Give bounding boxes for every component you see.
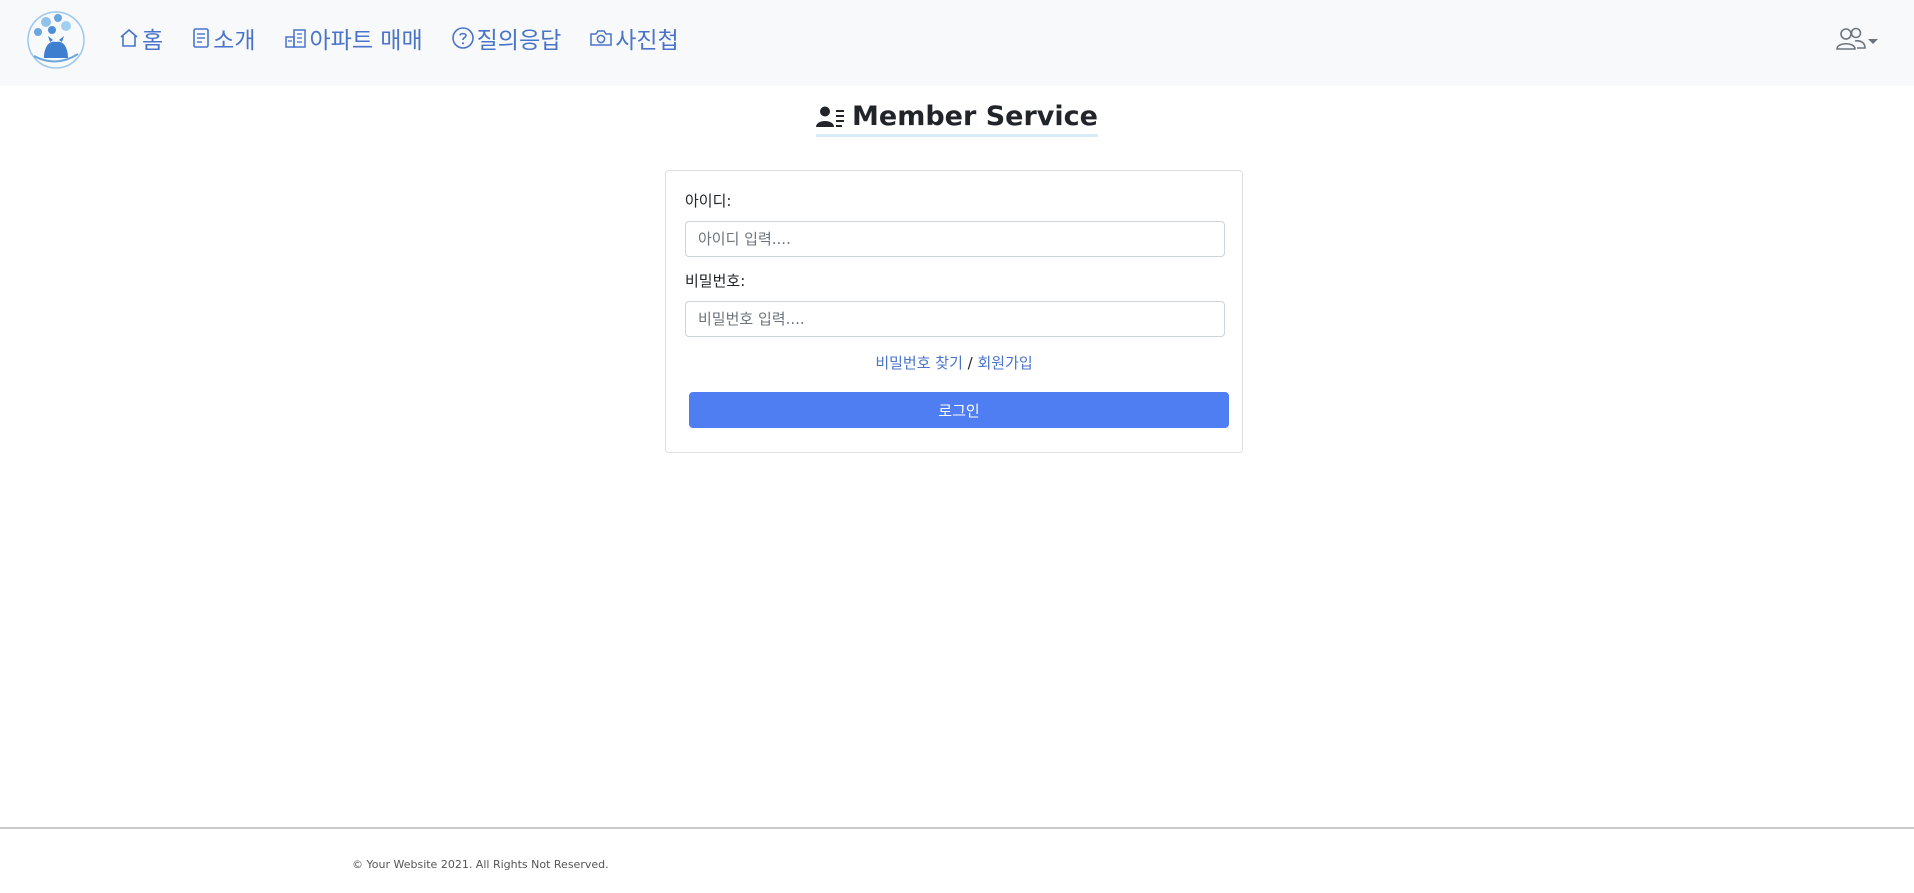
nav-qna-label: 질의응답: [476, 28, 562, 54]
password-label: 비밀번호:: [685, 272, 746, 290]
footer-copyright: © Your Website 2021. All Rights Not Rese…: [352, 858, 609, 871]
nav-intro-label: 소개: [213, 28, 256, 54]
chevron-down-icon: [1868, 38, 1878, 44]
find-password-link[interactable]: 비밀번호 찾기: [875, 354, 963, 372]
nav-apartment[interactable]: 아파트 매매: [284, 21, 423, 55]
people-icon: [1836, 27, 1866, 50]
footer-divider: [0, 827, 1914, 829]
links-separator: /: [962, 354, 978, 372]
signup-link[interactable]: 회원가입: [977, 354, 1032, 372]
login-button[interactable]: 로그인: [689, 392, 1229, 428]
user-menu-toggle[interactable]: [1835, 26, 1878, 52]
page-title-text: Member Service: [852, 101, 1098, 132]
main-nav: 홈 소개 아파트 매매 질의응답 사진첩: [118, 18, 707, 58]
account-links: 비밀번호 찾기 / 회원가입: [666, 352, 1242, 373]
navbar: 홈 소개 아파트 매매 질의응답 사진첩: [0, 0, 1914, 86]
nav-home-label: 홈: [142, 28, 164, 54]
member-list-icon: [816, 106, 845, 127]
login-form: 아이디: 비밀번호: 비밀번호 찾기 / 회원가입 로그인: [665, 170, 1243, 453]
nav-gallery-label: 사진첩: [615, 28, 679, 54]
id-input[interactable]: [685, 221, 1225, 257]
camera-icon: [590, 30, 613, 46]
question-circle-icon: [451, 27, 474, 49]
buildings-icon: [284, 29, 306, 48]
site-logo[interactable]: [22, 8, 90, 76]
house-icon: [120, 28, 138, 47]
page-title-wrap: Member Service: [0, 100, 1914, 137]
page-title: Member Service: [816, 100, 1098, 137]
nav-gallery[interactable]: 사진첩: [589, 21, 679, 55]
password-input[interactable]: [685, 301, 1225, 337]
nav-home[interactable]: 홈: [118, 21, 163, 55]
nav-apartment-label: 아파트 매매: [309, 28, 423, 54]
document-icon: [193, 28, 209, 48]
nav-intro[interactable]: 소개: [191, 21, 256, 55]
nav-qna[interactable]: 질의응답: [451, 21, 562, 55]
id-label: 아이디:: [685, 192, 732, 210]
